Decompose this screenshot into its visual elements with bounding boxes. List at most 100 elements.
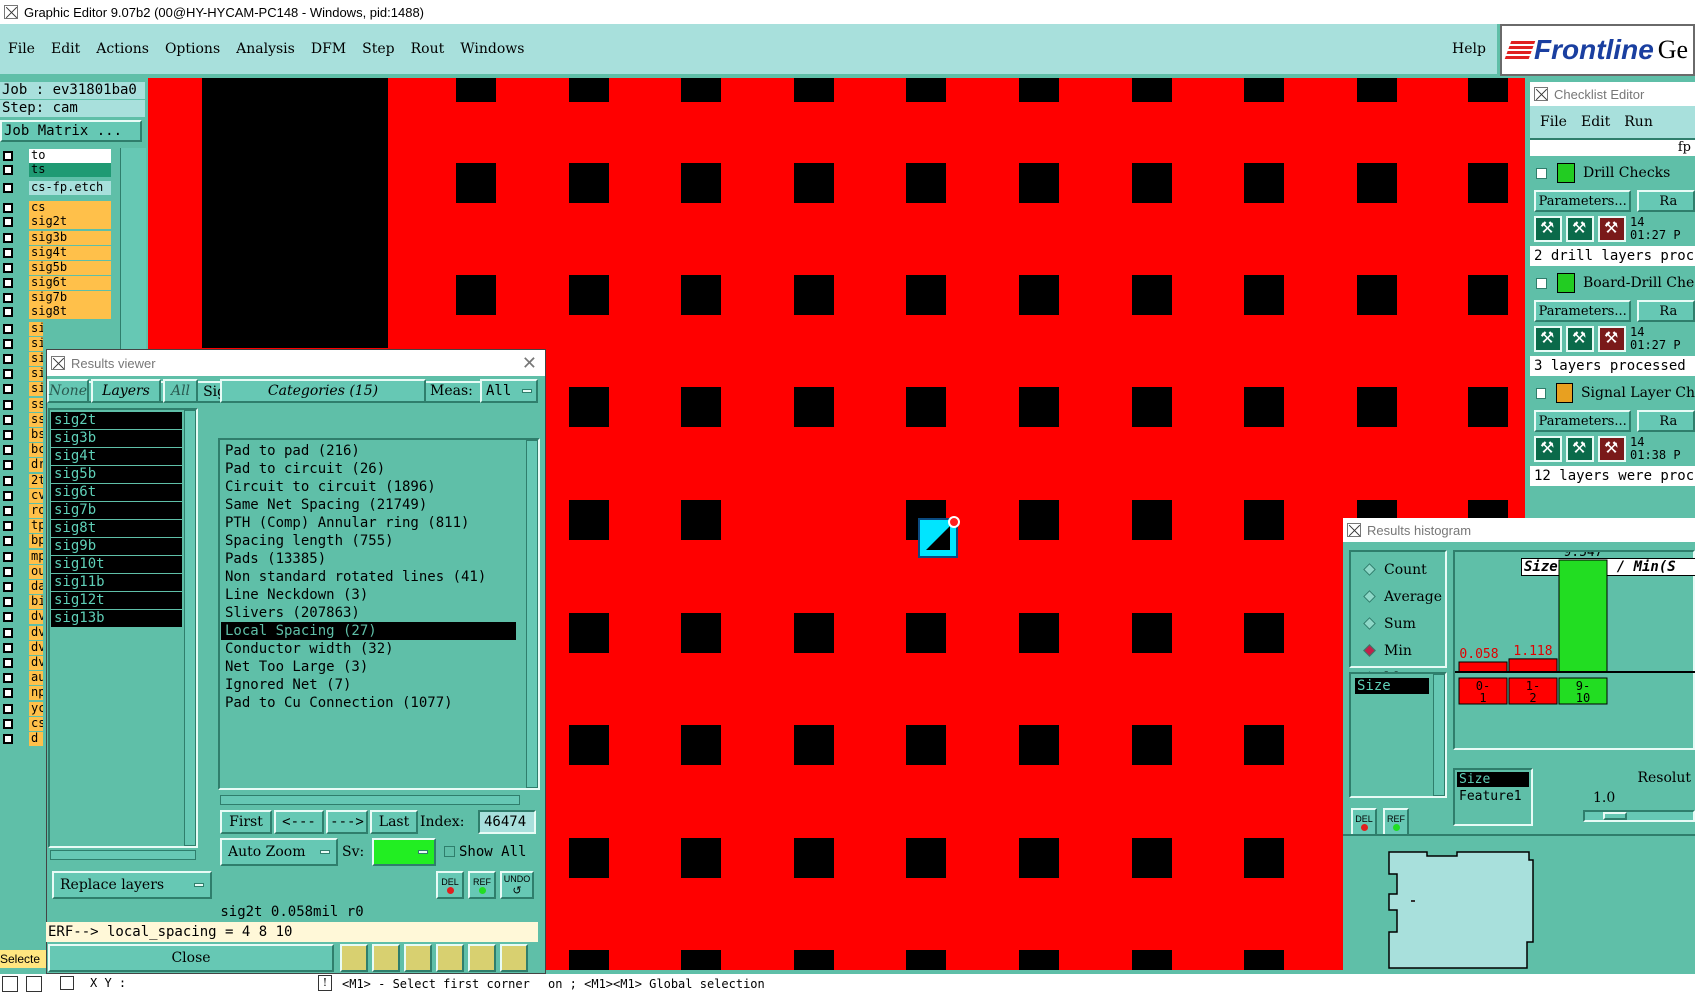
pad-feature[interactable] [1019,78,1059,102]
cross-icon[interactable] [404,944,432,972]
status-icon-1[interactable] [2,976,18,992]
severity-select[interactable] [372,838,436,866]
del-button[interactable]: DEL [436,871,464,899]
pad-feature[interactable] [1357,275,1397,315]
category-item[interactable]: Pads (13385) [221,550,516,568]
pad-feature[interactable] [1357,163,1397,203]
action-icon[interactable] [1534,216,1562,242]
layer-checkbox[interactable] [3,566,13,577]
category-item[interactable]: PTH (Comp) Annular ring (811) [221,514,516,532]
layer-checkbox[interactable] [3,597,13,608]
pad-feature[interactable] [794,163,834,203]
layer-checkbox[interactable] [3,703,13,714]
layer-checkbox[interactable] [3,657,13,668]
layer-checkbox[interactable] [3,642,13,653]
result-layer-item[interactable]: sig3b [51,430,182,447]
action-icon[interactable] [1598,216,1626,242]
pad-feature[interactable] [569,387,609,427]
layer-checkbox[interactable] [3,292,13,303]
layer-checkbox[interactable] [3,581,13,592]
pad-feature[interactable] [1244,387,1284,427]
layer-checkbox[interactable] [3,232,13,243]
pad-feature[interactable] [1357,78,1397,102]
layer-checkbox[interactable] [3,445,13,456]
prev-button[interactable]: <--- [274,810,324,834]
layer-checkbox[interactable] [3,490,13,501]
category-item[interactable]: Pad to Cu Connection (1077) [221,694,516,712]
group-checkbox[interactable] [1536,167,1547,179]
pad-feature[interactable] [1019,613,1059,653]
layer-checkbox[interactable] [3,182,13,193]
action-icon[interactable] [1598,326,1626,352]
pad-feature[interactable] [1132,78,1172,102]
category-item[interactable]: Slivers (207863) [221,604,516,622]
category-item[interactable]: Ignored Net (7) [221,676,516,694]
pad-feature[interactable] [1019,950,1059,970]
layer-list-vscrollbar[interactable] [184,410,196,846]
layer-row[interactable]: sig8t [0,304,118,319]
pad-feature[interactable] [681,725,721,765]
field-item[interactable]: Size [1355,678,1429,694]
pad-feature[interactable] [1132,725,1172,765]
pad-feature[interactable] [906,78,946,102]
layer-checkbox[interactable] [3,718,13,729]
layer-row[interactable]: sig7b [0,290,118,305]
pad-feature[interactable] [1244,163,1284,203]
pad-feature[interactable] [1132,950,1172,970]
result-layer-item[interactable]: sig2t [51,412,182,429]
pad-feature[interactable] [1244,500,1284,540]
pad-feature[interactable] [569,163,609,203]
pad-feature[interactable] [681,613,721,653]
group-checkbox[interactable] [1536,387,1547,399]
menu-dfm[interactable]: DFM [311,41,346,57]
layer-checkbox[interactable] [3,536,13,547]
field-list[interactable]: Size [1349,672,1447,798]
layer-row[interactable]: ts [0,162,118,177]
pad-feature[interactable] [1019,387,1059,427]
category-item[interactable]: Local Spacing (27) [221,622,516,640]
layer-checkbox[interactable] [3,369,13,380]
action-icon[interactable] [1598,436,1626,462]
layer-row[interactable]: sig5b [0,260,118,275]
layer-checkbox[interactable] [3,475,13,486]
pad-feature[interactable] [1244,613,1284,653]
pad-feature[interactable] [1468,163,1508,203]
layer-checkbox[interactable] [3,216,13,227]
layer-row[interactable]: sig2t [0,214,118,229]
replace-layers-select[interactable]: Replace layers [52,871,212,899]
run-button[interactable]: Ra [1637,410,1695,432]
first-button[interactable]: First [220,810,272,834]
pad-feature[interactable] [681,387,721,427]
aggregate-radio[interactable]: Min [1351,637,1445,664]
pad-feature[interactable] [456,275,496,315]
layer-checkbox[interactable] [3,247,13,258]
category-item[interactable]: Same Net Spacing (21749) [221,496,516,514]
pad-feature[interactable] [1019,725,1059,765]
pad-feature[interactable] [906,275,946,315]
result-layer-item[interactable]: sig13b [51,610,182,627]
layer-list-hscrollbar[interactable] [50,850,196,860]
parameters-button[interactable]: Parameters... [1534,300,1632,322]
layer-checkbox[interactable] [3,150,13,161]
pad-feature[interactable] [681,838,721,878]
checklist-menu-file[interactable]: File [1540,114,1567,130]
pad-feature[interactable] [1468,387,1508,427]
parameters-button[interactable]: Parameters... [1534,410,1632,432]
categories-button[interactable]: Categories (15) [220,379,426,403]
report-icon[interactable] [468,944,496,972]
job-matrix-button[interactable]: Job Matrix ... [0,120,142,142]
run-button[interactable]: Ra [1637,300,1695,322]
action-icon[interactable] [1534,436,1562,462]
checklist-menu-edit[interactable]: Edit [1581,114,1610,130]
pad-feature[interactable] [1132,387,1172,427]
pad-feature[interactable] [569,950,609,970]
pad-feature[interactable] [906,838,946,878]
pad-feature[interactable] [794,950,834,970]
category-list-hscrollbar[interactable] [220,795,520,805]
pad-feature[interactable] [906,163,946,203]
feature-list-scrollbar[interactable] [1537,768,1549,826]
step-icon[interactable] [436,944,464,972]
result-layer-item[interactable]: sig5b [51,466,182,483]
resolution-slider-thumb[interactable] [1603,812,1627,820]
pad-feature[interactable] [1132,500,1172,540]
